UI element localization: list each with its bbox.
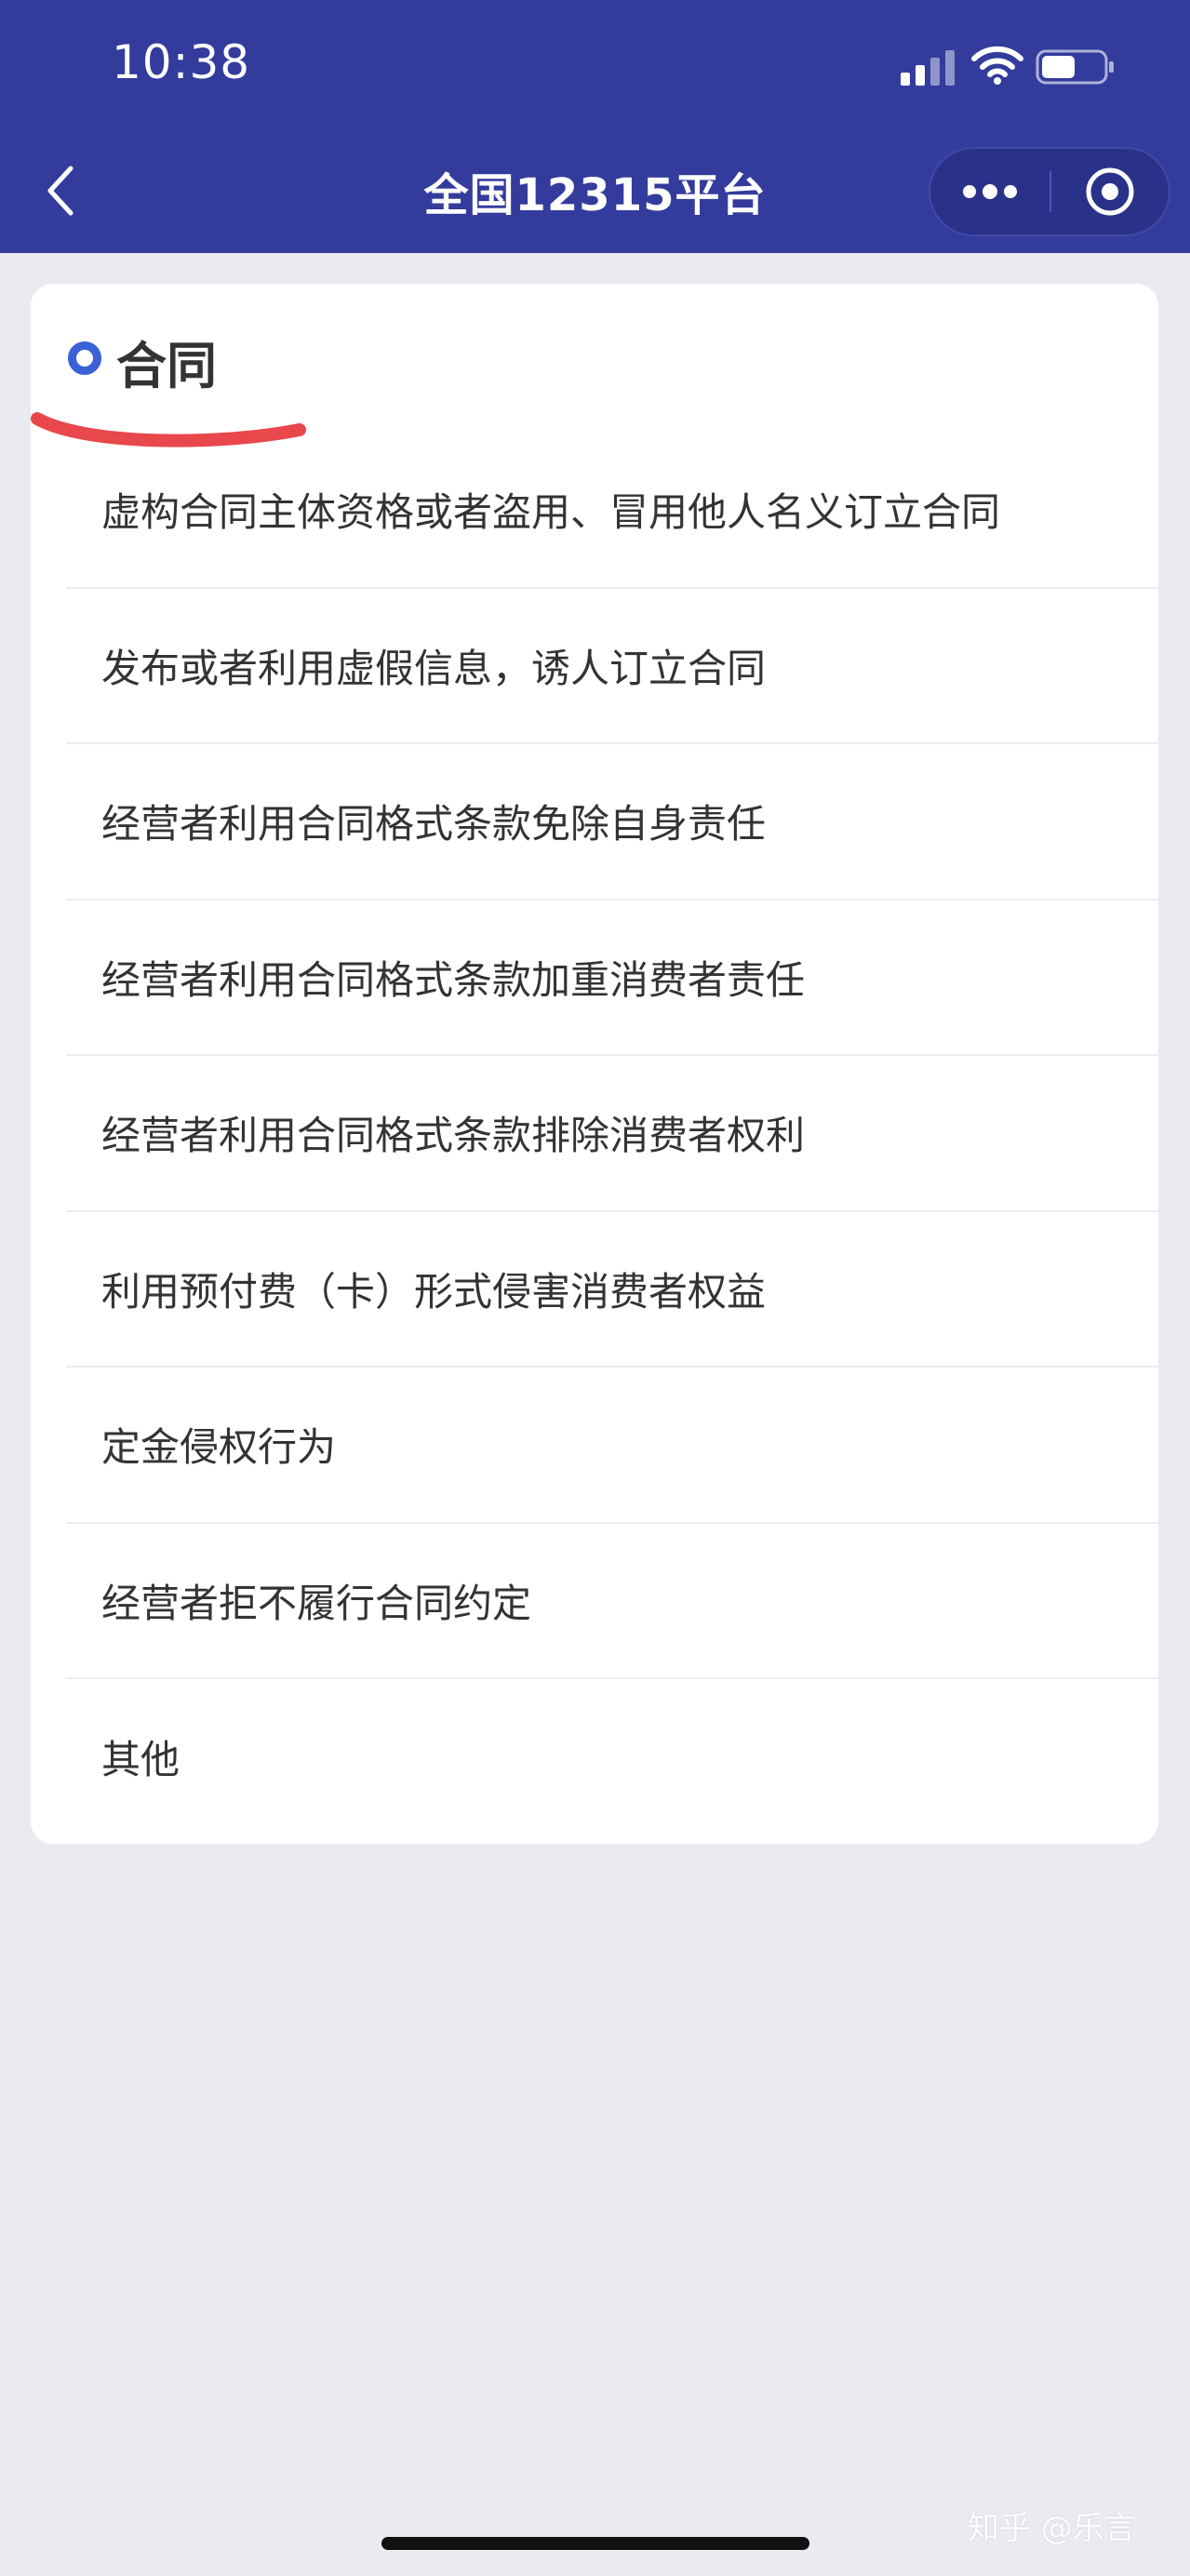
app-header: 10:38 全国12315平台: [0, 0, 1190, 253]
list-item-label: 经营者利用合同格式条款免除自身责任: [101, 801, 767, 848]
close-button[interactable]: [1051, 149, 1169, 234]
list-item[interactable]: 经营者利用合同格式条款加重消费者责任: [66, 901, 1158, 1056]
list-item[interactable]: 虚构合同主体资格或者盗用、冒用他人名义订立合同: [66, 433, 1158, 589]
section-bullet-icon: [68, 341, 101, 375]
category-card: 合同 虚构合同主体资格或者盗用、冒用他人名义订立合同 发布或者利用虚假信息，诱人…: [31, 284, 1158, 1844]
list-item[interactable]: 利用预付费（卡）形式侵害消费者权益: [66, 1212, 1158, 1368]
list-item-label: 利用预付费（卡）形式侵害消费者权益: [101, 1268, 767, 1315]
battery-icon: [1036, 49, 1114, 85]
list-item-label: 经营者利用合同格式条款加重消费者责任: [101, 956, 806, 1003]
watermark: 知乎 @乐言: [968, 2510, 1136, 2547]
home-indicator[interactable]: [381, 2537, 809, 2550]
mini-program-capsule: [929, 147, 1170, 236]
list-item[interactable]: 其他: [66, 1679, 1158, 1835]
complaint-type-list: 虚构合同主体资格或者盗用、冒用他人名义订立合同 发布或者利用虚假信息，诱人订立合…: [31, 433, 1158, 1835]
cellular-signal-icon: [901, 50, 955, 86]
red-underline-annotation: [31, 412, 306, 447]
status-time: 10:38: [112, 35, 251, 89]
list-item[interactable]: 经营者利用合同格式条款排除消费者权利: [66, 1056, 1158, 1212]
list-item-label: 虚构合同主体资格或者盗用、冒用他人名义订立合同: [101, 489, 1001, 536]
list-item[interactable]: 经营者拒不履行合同约定: [66, 1524, 1158, 1679]
section-title: 合同: [116, 337, 217, 395]
more-dots-icon: [963, 184, 1017, 199]
list-item-label: 定金侵权行为: [101, 1424, 337, 1471]
list-item[interactable]: 经营者利用合同格式条款免除自身责任: [66, 744, 1158, 901]
list-item[interactable]: 发布或者利用虚假信息，诱人订立合同: [66, 589, 1158, 744]
list-item[interactable]: 定金侵权行为: [66, 1368, 1158, 1524]
list-item-label: 发布或者利用虚假信息，诱人订立合同: [101, 645, 767, 691]
list-item-label: 经营者利用合同格式条款排除消费者权利: [101, 1113, 806, 1159]
list-item-label: 经营者拒不履行合同约定: [101, 1580, 532, 1626]
target-circle-icon: [1086, 167, 1134, 216]
more-button[interactable]: [930, 149, 1050, 234]
list-item-label: 其他: [101, 1737, 181, 1783]
wifi-icon: [971, 46, 1023, 85]
